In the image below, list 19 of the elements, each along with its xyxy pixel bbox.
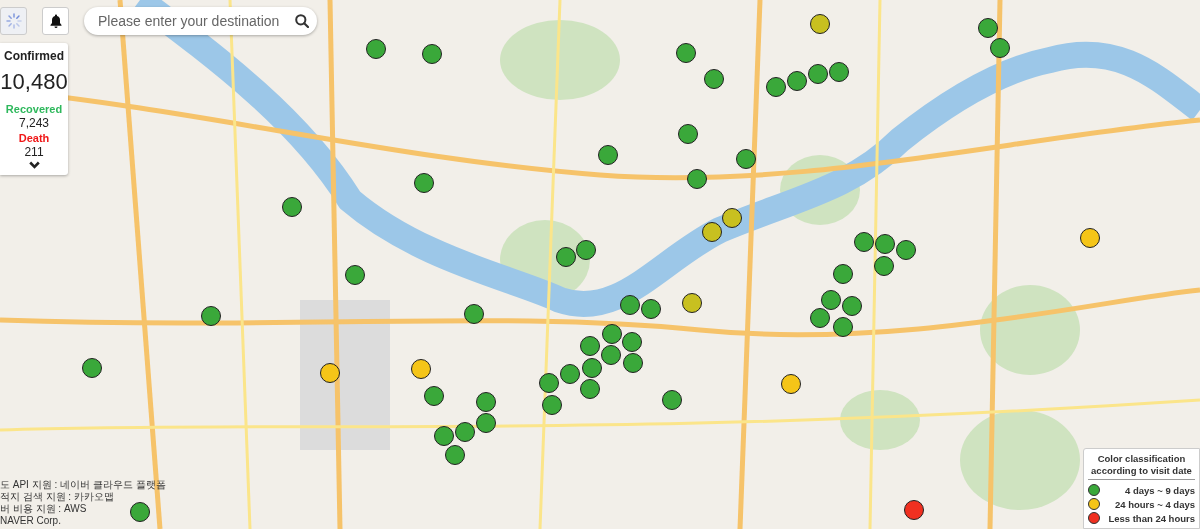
spinner-icon (5, 13, 22, 29)
death-label: Death (18, 132, 50, 144)
attribution-text: 버 비용 지원 : AWS (0, 503, 87, 515)
chevron-down-icon[interactable] (28, 161, 40, 169)
legend-label: Less than 24 hours (1108, 512, 1195, 524)
recovered-label: Recovered (5, 103, 63, 115)
legend-label: 4 days ~ 9 days (1125, 484, 1195, 496)
legend-title: Color classification according to visit date (1088, 453, 1195, 480)
notification-button[interactable] (42, 7, 69, 35)
legend-label: 24 hours ~ 4 days (1115, 498, 1195, 510)
recovered-count: 7,243 (19, 116, 49, 130)
attribution-text: NAVER Corp. (0, 515, 61, 527)
search-icon (295, 14, 309, 28)
confirmed-label: Confirmed (4, 49, 64, 63)
search-field[interactable]: Please enter your destination (84, 7, 317, 35)
attribution-text: 적지 검색 지원 : 카카오맵 (0, 491, 114, 503)
bell-icon (49, 14, 62, 28)
confirmed-count: 10,480 (0, 69, 68, 95)
death-count: 211 (24, 145, 44, 159)
